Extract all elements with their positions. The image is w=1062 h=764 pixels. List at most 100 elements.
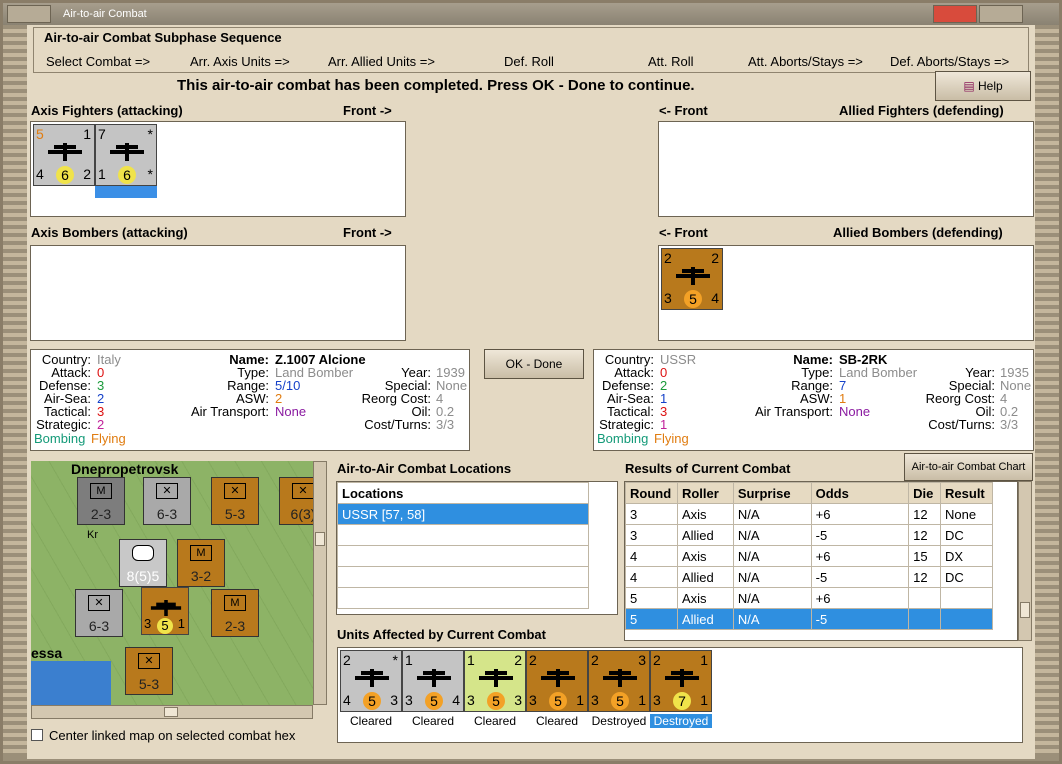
unit-strength-circle: 5 bbox=[684, 290, 702, 308]
unit-bottom-right-value: 3 bbox=[390, 692, 398, 708]
step-def-roll: Def. Roll bbox=[504, 54, 554, 69]
center-map-label: Center linked map on selected combat hex bbox=[49, 728, 296, 743]
linked-map[interactable]: Dnepropetrovsk Kr essa M 2-3 ✕ 6-3 ✕ 5-3 ✕ 6(3)… bbox=[31, 461, 313, 705]
sequence-box: Air-to-air Combat Subphase Sequence Sele… bbox=[33, 27, 1029, 73]
system-menu-button[interactable] bbox=[7, 5, 51, 23]
location-row[interactable]: USSR [57, 58] bbox=[337, 503, 589, 525]
unit-bottom-left-value: 3 bbox=[529, 692, 537, 708]
map-unit-strength: 6(3) bbox=[290, 506, 313, 522]
map-unit-counter[interactable]: M 2-3 bbox=[211, 589, 259, 637]
unit-strength-circle: 5 bbox=[611, 692, 629, 710]
map-city-label-2: essa bbox=[31, 645, 63, 661]
unit-bottom-right-value: * bbox=[147, 166, 153, 182]
unit-top-left-value: 2 bbox=[343, 652, 351, 668]
map-sea bbox=[31, 661, 111, 705]
results-header-odds[interactable]: Odds bbox=[810, 482, 910, 504]
map-unit-counter[interactable]: M 2-3 bbox=[77, 477, 125, 525]
map-unit-counter[interactable]: 8(5)5 bbox=[119, 539, 167, 587]
map-unit-strength: 6-3 bbox=[88, 618, 110, 634]
axis-bombers-box[interactable] bbox=[30, 245, 406, 341]
location-row[interactable] bbox=[337, 587, 589, 609]
results-cell: N/A bbox=[732, 545, 812, 567]
results-row[interactable]: 5 Allied N/A -5 bbox=[625, 608, 993, 630]
results-table-box[interactable]: Round Roller Surprise Odds Die Result 3 Axis N/A… bbox=[624, 481, 1018, 641]
axis-fighters-box[interactable]: 5 1 4 2 6 7 * 1 * 6 bbox=[30, 121, 406, 217]
airtrans-label: Air Transport: bbox=[754, 404, 833, 419]
map-unit-counter[interactable]: ✕ 6-3 bbox=[75, 589, 123, 637]
results-cell: Axis bbox=[676, 545, 734, 567]
results-header-die[interactable]: Die bbox=[908, 482, 942, 504]
results-row[interactable]: 3 Axis N/A +6 12 None bbox=[625, 503, 993, 525]
locations-header: Locations bbox=[337, 482, 589, 504]
axis-unit-info: Country: Italy Attack: 0 Defense: 3 Air-Sea: 2 T… bbox=[30, 349, 470, 451]
cost-value: 3/3 bbox=[436, 417, 455, 432]
bombing-label: Bombing bbox=[597, 431, 649, 446]
combat-chart-button[interactable]: Air-to-air Combat Chart bbox=[904, 453, 1033, 481]
results-header-surprise[interactable]: Surprise bbox=[732, 482, 812, 504]
allied-bombers-box[interactable]: 2 2 3 45 bbox=[658, 245, 1034, 341]
map-unit-strength: 3-2 bbox=[190, 568, 212, 584]
close-button[interactable] bbox=[933, 5, 977, 23]
map-horizontal-scrollbar[interactable] bbox=[31, 705, 313, 719]
location-cell bbox=[337, 524, 589, 546]
air-unit-counter[interactable]: 2 3 3 15 bbox=[588, 650, 650, 712]
air-unit-counter[interactable]: 2 * 4 3 5 bbox=[340, 650, 402, 712]
maximize-button[interactable] bbox=[979, 5, 1023, 23]
location-row[interactable] bbox=[337, 545, 589, 567]
map-unit-counter[interactable]: ✕ 6(3) bbox=[279, 477, 313, 525]
air-unit-counter[interactable]: 2 3 15 bbox=[526, 650, 588, 712]
results-cell: DC bbox=[940, 524, 993, 546]
map-unit-counter[interactable]: ✕ 5-3 bbox=[211, 477, 259, 525]
results-header-round[interactable]: Round bbox=[625, 482, 678, 504]
results-cell: Allied bbox=[676, 608, 734, 630]
ok-done-button[interactable]: OK - Done bbox=[484, 349, 584, 379]
center-map-checkbox[interactable] bbox=[31, 729, 43, 741]
allied-fighters-box[interactable] bbox=[658, 121, 1034, 217]
map-unit-type-icon bbox=[132, 545, 154, 561]
map-hscroll-thumb[interactable] bbox=[164, 707, 178, 717]
affected-unit-status: Destroyed bbox=[591, 714, 647, 728]
axis-fighters-label: Axis Fighters (attacking) bbox=[31, 103, 183, 118]
air-unit-counter[interactable]: 1 3 45 bbox=[402, 650, 464, 712]
help-button[interactable]: ▤ Help bbox=[935, 71, 1031, 101]
map-vertical-scrollbar[interactable] bbox=[313, 461, 327, 705]
air-unit-counter[interactable]: 2 2 3 45 bbox=[661, 248, 723, 310]
results-cell: 12 bbox=[908, 524, 942, 546]
results-cell: 4 bbox=[625, 545, 678, 567]
affected-unit-status: Cleared bbox=[535, 714, 579, 728]
map-unit-counter[interactable]: ✕ 5-3 bbox=[125, 647, 173, 695]
results-row[interactable]: 5 Axis N/A +6 bbox=[625, 587, 993, 609]
results-scroll-thumb[interactable] bbox=[1020, 602, 1030, 618]
unit-top-left-value: 1 bbox=[405, 652, 413, 668]
unit-bottom-right-value: 1 bbox=[638, 692, 646, 708]
air-unit-counter[interactable]: 1 2 3 35 bbox=[464, 650, 526, 712]
air-unit-counter[interactable]: 5 1 4 26 bbox=[33, 124, 95, 186]
unit-strength-circle: 5 bbox=[363, 692, 381, 710]
results-row[interactable]: 3 Allied N/A -5 12 DC bbox=[625, 524, 993, 546]
results-cell: N/A bbox=[732, 608, 812, 630]
map-vscroll-thumb[interactable] bbox=[315, 532, 325, 546]
affected-unit-status: Cleared bbox=[473, 714, 517, 728]
results-cell: 12 bbox=[908, 566, 942, 588]
results-header-result[interactable]: Result bbox=[940, 482, 993, 504]
air-unit-counter[interactable]: 7 * 1 * 6 bbox=[95, 124, 157, 186]
unit-bottom-left-value: 4 bbox=[343, 692, 351, 708]
unit-strength-circle: 5 bbox=[487, 692, 505, 710]
results-row[interactable]: 4 Axis N/A +6 15 DX bbox=[625, 545, 993, 567]
map-bomber-unit[interactable]: 31 5 bbox=[141, 587, 189, 635]
results-row[interactable]: 4 Allied N/A -5 12 DC bbox=[625, 566, 993, 588]
results-header-roller[interactable]: Roller bbox=[676, 482, 734, 504]
step-arr-allied: Arr. Allied Units => bbox=[328, 54, 435, 69]
affected-units-box[interactable]: 2 * 4 3 5 Cleared 1 3 4 5 Cleared 1 2 3 3 5 Cleared 2 3 1 5 C… bbox=[337, 647, 1023, 743]
map-city-label: Dnepropetrovsk bbox=[71, 461, 179, 477]
locations-list[interactable]: Locations USSR [57, 58] bbox=[336, 481, 618, 615]
location-row[interactable] bbox=[337, 524, 589, 546]
cost-label: Cost/Turns: bbox=[364, 417, 431, 432]
results-scrollbar[interactable] bbox=[1018, 481, 1032, 641]
map-unit-counter[interactable]: ✕ 6-3 bbox=[143, 477, 191, 525]
help-label: Help bbox=[978, 79, 1003, 93]
map-unit-counter[interactable]: M 3-2 bbox=[177, 539, 225, 587]
air-unit-counter[interactable]: 21317 bbox=[650, 650, 712, 712]
location-row[interactable] bbox=[337, 566, 589, 588]
unit-bottom-left-value: 3 bbox=[591, 692, 599, 708]
